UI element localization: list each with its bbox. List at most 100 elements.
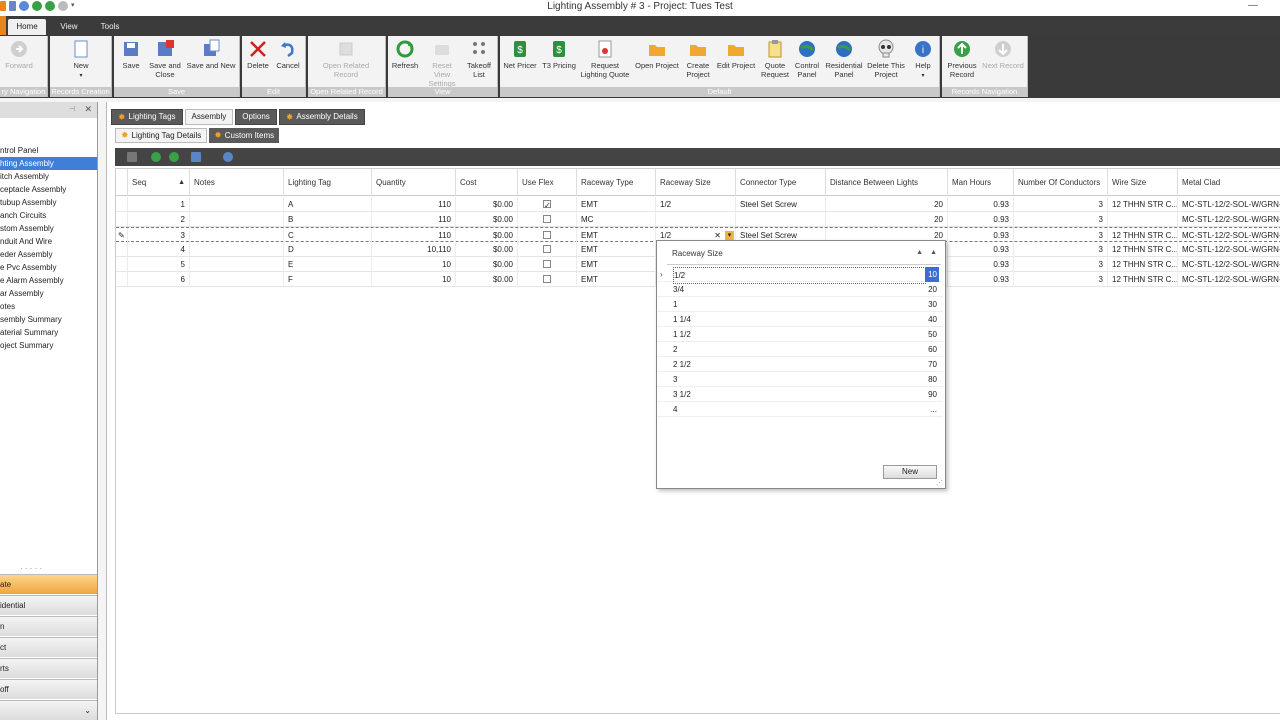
metal-clad-cell[interactable]: MC-STL-12/2-SOL-W/GRN-GR bbox=[1178, 257, 1280, 272]
metal-clad-cell[interactable]: MC-STL-12/2-SOL-W/GRN-GR bbox=[1178, 197, 1280, 212]
table-row[interactable]: 1 A 110 $0.00 EMT 1/2 Steel Set Screw 20 0.93 3 12… bbox=[116, 197, 1280, 212]
residential-panel-button[interactable]: Residential Panel bbox=[824, 39, 864, 79]
dropdown-option[interactable]: 2 1/2 70 bbox=[657, 357, 943, 372]
distance-cell[interactable]: 20 bbox=[826, 212, 948, 227]
column-header-wire-size[interactable]: Wire Size bbox=[1108, 169, 1178, 196]
connector-type-cell[interactable] bbox=[736, 212, 826, 227]
edit-project-button[interactable]: Edit Project bbox=[714, 39, 758, 70]
splitter-grip[interactable]: · · · · · bbox=[20, 564, 42, 573]
nav-item[interactable]: oject Summary bbox=[0, 339, 97, 352]
wire-size-cell[interactable]: 12 THHN STR C... bbox=[1108, 242, 1178, 257]
cancel-button[interactable]: Cancel bbox=[274, 39, 302, 70]
dropdown-option[interactable]: 1 1/4 40 bbox=[657, 312, 943, 327]
conductors-cell[interactable]: 3 bbox=[1014, 242, 1108, 257]
man-hours-cell[interactable]: 0.93 bbox=[948, 228, 1014, 243]
column-header-lighting-tag[interactable]: Lighting Tag bbox=[284, 169, 372, 196]
man-hours-cell[interactable]: 0.93 bbox=[948, 197, 1014, 212]
notes-cell[interactable] bbox=[190, 228, 284, 243]
nav-item[interactable]: stom Assembly bbox=[0, 222, 97, 235]
seq-cell[interactable]: 5 bbox=[128, 257, 190, 272]
dropdown-option[interactable]: 2 60 bbox=[657, 342, 943, 357]
cost-cell[interactable]: $0.00 bbox=[456, 197, 518, 212]
column-header-seq[interactable]: Seq ▲ bbox=[128, 169, 190, 196]
dropdown-option[interactable]: 4... bbox=[657, 402, 943, 417]
tab-view[interactable]: View bbox=[56, 19, 82, 35]
cost-cell[interactable]: $0.00 bbox=[456, 272, 518, 287]
delete-this-project-button[interactable]: Delete This Project bbox=[864, 39, 908, 79]
use-flex-cell[interactable] bbox=[518, 257, 577, 272]
row-indicator[interactable] bbox=[116, 197, 128, 212]
nav-category[interactable]: rts bbox=[0, 658, 97, 678]
wire-size-cell[interactable]: 12 THHN STR C... bbox=[1108, 228, 1178, 243]
conductors-cell[interactable]: 3 bbox=[1014, 228, 1108, 243]
seq-cell[interactable]: 3 bbox=[128, 228, 190, 243]
tab-options[interactable]: Options bbox=[235, 109, 277, 125]
next-record-button[interactable]: Next Record bbox=[980, 39, 1026, 70]
nav-category[interactable]: idential bbox=[0, 595, 97, 615]
open-project-button[interactable]: Open Project bbox=[634, 39, 680, 70]
man-hours-cell[interactable]: 0.93 bbox=[948, 272, 1014, 287]
nav-item[interactable]: eder Assembly bbox=[0, 248, 97, 261]
save-button[interactable]: Save bbox=[118, 39, 144, 70]
grid-save-icon[interactable] bbox=[191, 152, 201, 162]
previous-record-button[interactable]: Previous Record bbox=[944, 39, 980, 79]
nav-item[interactable]: ntrol Panel bbox=[0, 144, 97, 157]
quantity-cell[interactable]: 110 bbox=[372, 197, 456, 212]
lighting-tag-cell[interactable]: F bbox=[284, 272, 372, 287]
takeoff-list-button[interactable]: Takeoff List bbox=[464, 39, 494, 79]
raceway-size-cell[interactable]: 1/2 bbox=[656, 197, 736, 212]
dropdown-arrow-icon[interactable]: ▾ bbox=[725, 231, 734, 240]
save-and-close-button[interactable]: Save and Close bbox=[146, 39, 184, 79]
raceway-type-cell[interactable]: EMT bbox=[577, 257, 656, 272]
tab-tools[interactable]: Tools bbox=[96, 19, 124, 35]
notes-cell[interactable] bbox=[190, 257, 284, 272]
raceway-size-cell[interactable] bbox=[656, 212, 736, 227]
connector-type-cell[interactable]: Steel Set Screw bbox=[736, 197, 826, 212]
nav-category[interactable]: ct bbox=[0, 637, 97, 657]
tab-assembly[interactable]: Assembly bbox=[184, 109, 234, 125]
raceway-type-cell[interactable]: MC bbox=[577, 212, 656, 227]
nav-item[interactable]: tubup Assembly bbox=[0, 196, 97, 209]
t3-pricing-button[interactable]: $ T3 Pricing bbox=[540, 39, 578, 70]
delete-button[interactable]: Delete bbox=[244, 39, 272, 70]
refresh-button[interactable]: Refresh bbox=[390, 39, 420, 70]
man-hours-cell[interactable]: 0.93 bbox=[948, 242, 1014, 257]
seq-cell[interactable]: 4 bbox=[128, 242, 190, 257]
notes-cell[interactable] bbox=[190, 197, 284, 212]
dropdown-option[interactable]: 1 30 bbox=[657, 297, 943, 312]
resize-grip-icon[interactable]: ⋰ bbox=[936, 479, 943, 487]
man-hours-cell[interactable]: 0.93 bbox=[948, 212, 1014, 227]
wire-size-cell[interactable] bbox=[1108, 212, 1178, 227]
cost-cell[interactable]: $0.00 bbox=[456, 242, 518, 257]
metal-clad-cell[interactable]: MC-STL-12/2-SOL-W/GRN-GR bbox=[1178, 242, 1280, 257]
nav-category[interactable]: off bbox=[0, 679, 97, 699]
quote-request-button[interactable]: Quote Request bbox=[758, 39, 792, 79]
grid-new-icon[interactable] bbox=[127, 152, 137, 162]
net-pricer-button[interactable]: $ Net Pricer bbox=[502, 39, 538, 70]
control-panel-button[interactable]: Control Panel bbox=[792, 39, 822, 79]
checkbox[interactable] bbox=[543, 244, 551, 253]
new-button[interactable]: New ▾ bbox=[69, 39, 93, 81]
quantity-cell[interactable]: 10 bbox=[372, 257, 456, 272]
lighting-tag-cell[interactable]: E bbox=[284, 257, 372, 272]
nav-item[interactable]: aterial Summary bbox=[0, 326, 97, 339]
grid-refresh-icon[interactable] bbox=[151, 152, 161, 162]
save-and-new-button[interactable]: Save and New bbox=[186, 39, 236, 70]
table-row[interactable]: 2 B 110 $0.00 MC 20 0.93 3 MC-STL-12/2-SOL-W/GRN… bbox=[116, 212, 1280, 227]
wire-size-cell[interactable]: 12 THHN STR C... bbox=[1108, 257, 1178, 272]
column-header-connector-type[interactable]: Connector Type bbox=[736, 169, 826, 196]
new-button[interactable]: New bbox=[883, 465, 937, 479]
grid-search-icon[interactable] bbox=[223, 152, 233, 162]
use-flex-cell[interactable] bbox=[518, 212, 577, 227]
column-header-man-hours[interactable]: Man Hours bbox=[948, 169, 1014, 196]
tab-lighting-tag-details[interactable]: ✸ Lighting Tag Details bbox=[115, 128, 208, 143]
seq-cell[interactable]: 2 bbox=[128, 212, 190, 227]
column-header-use-flex[interactable]: Use Flex bbox=[518, 169, 577, 196]
seq-cell[interactable]: 1 bbox=[128, 197, 190, 212]
grid-back-icon[interactable] bbox=[169, 152, 179, 162]
raceway-type-cell[interactable]: EMT bbox=[577, 272, 656, 287]
seq-cell[interactable]: 6 bbox=[128, 272, 190, 287]
column-header-distance[interactable]: Distance Between Lights bbox=[826, 169, 948, 196]
nav-item[interactable]: hting Assembly bbox=[0, 157, 97, 170]
quantity-cell[interactable]: 10,110 bbox=[372, 242, 456, 257]
